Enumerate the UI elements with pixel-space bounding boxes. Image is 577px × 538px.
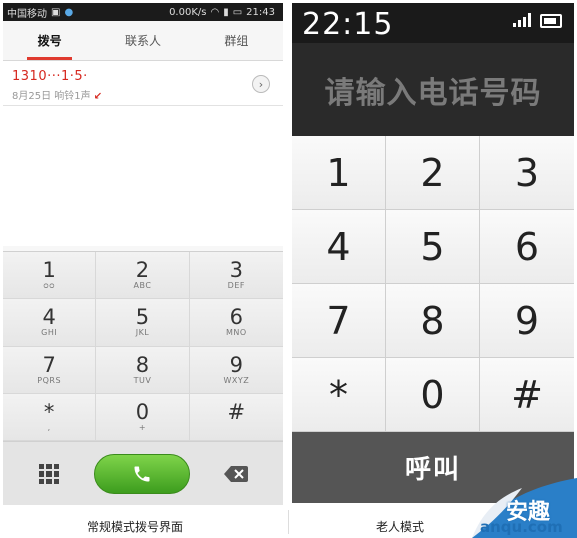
- key-8[interactable]: 8 TUV: [96, 346, 190, 394]
- key-4[interactable]: 4 GHI: [3, 299, 97, 347]
- key-7[interactable]: 7: [292, 284, 386, 358]
- call-log-info: 8月25日 响铃1声 ↙: [12, 91, 103, 102]
- call-detail-button[interactable]: ›: [252, 75, 270, 93]
- backspace-icon[interactable]: [224, 466, 248, 482]
- key-3[interactable]: 3 DEF: [189, 252, 283, 300]
- status-time: 21:43: [246, 6, 275, 18]
- wifi-icon: ◠: [210, 6, 220, 18]
- elderly-dialer-screen: 22:15 请输入电话号码 1 2 3 4 5 6 7 8 9 * 0 # 呼叫: [292, 3, 574, 503]
- carrier-label: 中国移动: [7, 8, 47, 20]
- key-star[interactable]: *: [292, 358, 386, 432]
- key-3[interactable]: 3: [480, 136, 574, 210]
- key-star[interactable]: *,: [3, 393, 97, 441]
- qq-icon: ●: [64, 6, 74, 18]
- signal-icon: [513, 13, 531, 27]
- large-dial-keypad: 1 2 3 4 5 6 7 8 9 * 0 #: [292, 136, 574, 432]
- battery-icon: ▭: [232, 6, 243, 18]
- key-6[interactable]: 6: [480, 210, 574, 284]
- key-7[interactable]: 7 PQRS: [3, 346, 97, 394]
- key-4[interactable]: 4: [292, 210, 386, 284]
- number-placeholder: 请输入电话号码: [324, 75, 542, 111]
- network-speed: 0.00K/s: [169, 6, 207, 18]
- image-notification-icon: ▣: [51, 6, 61, 18]
- status-bar: 中国移动 ▣ ● 0.00K/s ◠ ▮ ▭ 21:43: [3, 3, 283, 21]
- call-log-number: 1310···1·5·: [12, 69, 88, 84]
- key-2[interactable]: 2: [386, 136, 480, 210]
- voicemail-icon: ᴑᴑ: [43, 281, 56, 291]
- caption-elderly-mode: 老人模式: [376, 520, 425, 534]
- watermark-site: anqu.com: [480, 518, 563, 536]
- missed-call-icon: ↙: [93, 91, 103, 102]
- phone-icon: [134, 466, 150, 482]
- caption-divider: [288, 510, 289, 534]
- call-log-item[interactable]: 1310···1·5· 8月25日 响铃1声 ↙ ›: [3, 61, 283, 106]
- tab-contacts[interactable]: 联系人: [96, 21, 189, 60]
- key-1[interactable]: 1 ᴑᴑ: [3, 252, 97, 300]
- caption-normal-mode: 常规模式拨号界面: [87, 520, 184, 534]
- status-time: 22:15: [302, 7, 394, 42]
- number-display[interactable]: 请输入电话号码: [292, 43, 574, 136]
- normal-dialer-screen: 中国移动 ▣ ● 0.00K/s ◠ ▮ ▭ 21:43 拨号 联系人 群组 1…: [3, 3, 283, 505]
- signal-icon: ▮: [223, 6, 229, 18]
- key-1[interactable]: 1: [292, 136, 386, 210]
- dialer-action-bar: [3, 441, 283, 505]
- key-6[interactable]: 6 MNO: [189, 299, 283, 347]
- key-0[interactable]: 0: [386, 358, 480, 432]
- key-9[interactable]: 9: [480, 284, 574, 358]
- key-hash[interactable]: #: [480, 358, 574, 432]
- key-9[interactable]: 9 WXYZ: [189, 346, 283, 394]
- key-0[interactable]: 0 +: [96, 393, 190, 441]
- dialer-tabs: 拨号 联系人 群组: [3, 21, 283, 61]
- key-5[interactable]: 5 JKL: [96, 299, 190, 347]
- keypad-toggle-icon[interactable]: [39, 464, 59, 484]
- call-button[interactable]: [94, 454, 190, 494]
- battery-icon: [540, 14, 562, 28]
- tab-groups[interactable]: 群组: [190, 21, 283, 60]
- key-2[interactable]: 2 ABC: [96, 252, 190, 300]
- key-8[interactable]: 8: [386, 284, 480, 358]
- tab-dial[interactable]: 拨号: [3, 21, 96, 60]
- key-hash[interactable]: #: [189, 393, 283, 441]
- call-log-empty-area: [3, 106, 283, 246]
- dial-keypad: 1 ᴑᴑ 2 ABC 3 DEF 4 GHI 5 JKL 6 MNO 7 PQRS 8 TUV …: [3, 251, 283, 441]
- key-5[interactable]: 5: [386, 210, 480, 284]
